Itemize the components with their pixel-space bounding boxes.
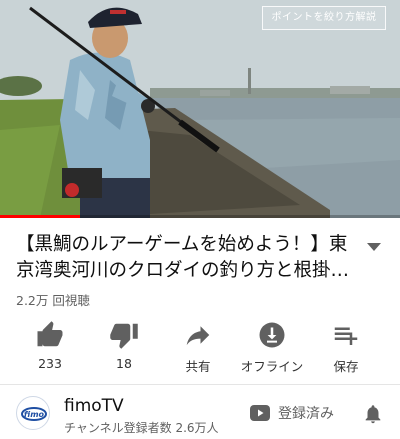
- view-count: 2.2万 回視聴: [16, 293, 90, 308]
- svg-text:fimo: fimo: [24, 410, 45, 419]
- share-icon: [186, 326, 210, 345]
- channel-subscriber-count: チャンネル登録者数 2.6万人: [64, 421, 219, 435]
- bell-icon[interactable]: [362, 402, 384, 426]
- thumbs-up-icon: [37, 321, 63, 347]
- add-to-playlist-icon: [334, 327, 358, 345]
- offline-label: オフライン: [240, 359, 304, 374]
- video-watermark: ポイントを絞り方解説: [262, 6, 386, 30]
- fimo-logo-icon: fimo: [21, 407, 47, 421]
- video-progress-fill: [0, 215, 80, 218]
- download-icon: [259, 322, 285, 348]
- video-player[interactable]: ポイントを絞り方解説: [0, 0, 400, 218]
- video-title-block[interactable]: 【黒鯛のルアーゲームを始めよう！】東京湾奥河川のクロダイの釣り方と根掛かり…: [16, 232, 356, 284]
- dislike-count: 18: [116, 356, 132, 371]
- save-button[interactable]: 保存: [309, 316, 383, 378]
- like-count: 233: [38, 356, 62, 371]
- share-label: 共有: [185, 359, 211, 374]
- video-frame: [0, 0, 400, 218]
- save-label: 保存: [333, 359, 359, 374]
- subscribed-label: 登録済み: [278, 406, 334, 422]
- video-title: 【黒鯛のルアーゲームを始めよう！】東京湾奥河川のクロダイの釣り方と根掛かり…: [16, 234, 350, 281]
- offline-button[interactable]: オフライン: [235, 316, 309, 378]
- channel-avatar[interactable]: fimo: [16, 396, 50, 430]
- section-divider: [0, 384, 400, 385]
- dislike-button[interactable]: 18: [87, 316, 161, 378]
- like-button[interactable]: 233: [13, 316, 87, 378]
- youtube-play-icon: [250, 405, 270, 421]
- share-button[interactable]: 共有: [161, 316, 235, 378]
- expand-description-icon[interactable]: [364, 240, 384, 254]
- thumbs-down-icon: [110, 323, 138, 349]
- channel-name[interactable]: fimoTV: [64, 396, 124, 416]
- video-progress-bar[interactable]: [0, 215, 400, 218]
- action-bar: 233 18 共有 オフライン 保存: [0, 316, 400, 378]
